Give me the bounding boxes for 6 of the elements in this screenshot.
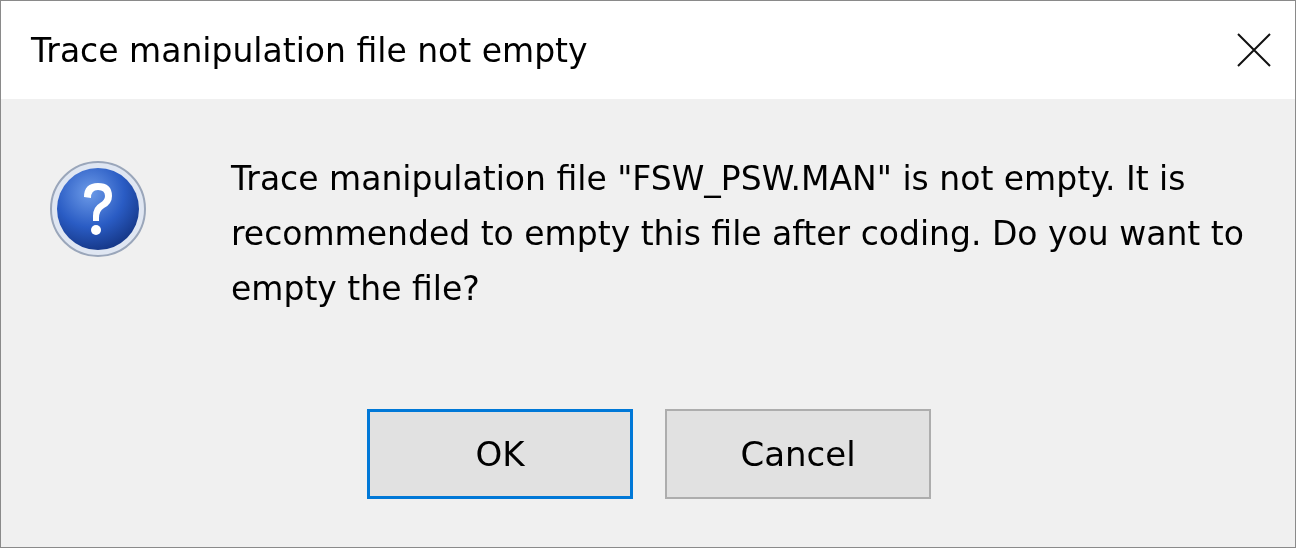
close-icon[interactable] — [1237, 33, 1271, 67]
ok-button[interactable]: OK — [367, 409, 633, 499]
cancel-button[interactable]: Cancel — [665, 409, 931, 499]
question-icon — [48, 159, 148, 259]
window-title: Trace manipulation file not empty — [31, 30, 588, 70]
message-text: Trace manipulation file "FSW_PSW.MAN" is not empty. It is recommended to empty this file after coding. Do you want to empty the file? — [231, 158, 1245, 310]
